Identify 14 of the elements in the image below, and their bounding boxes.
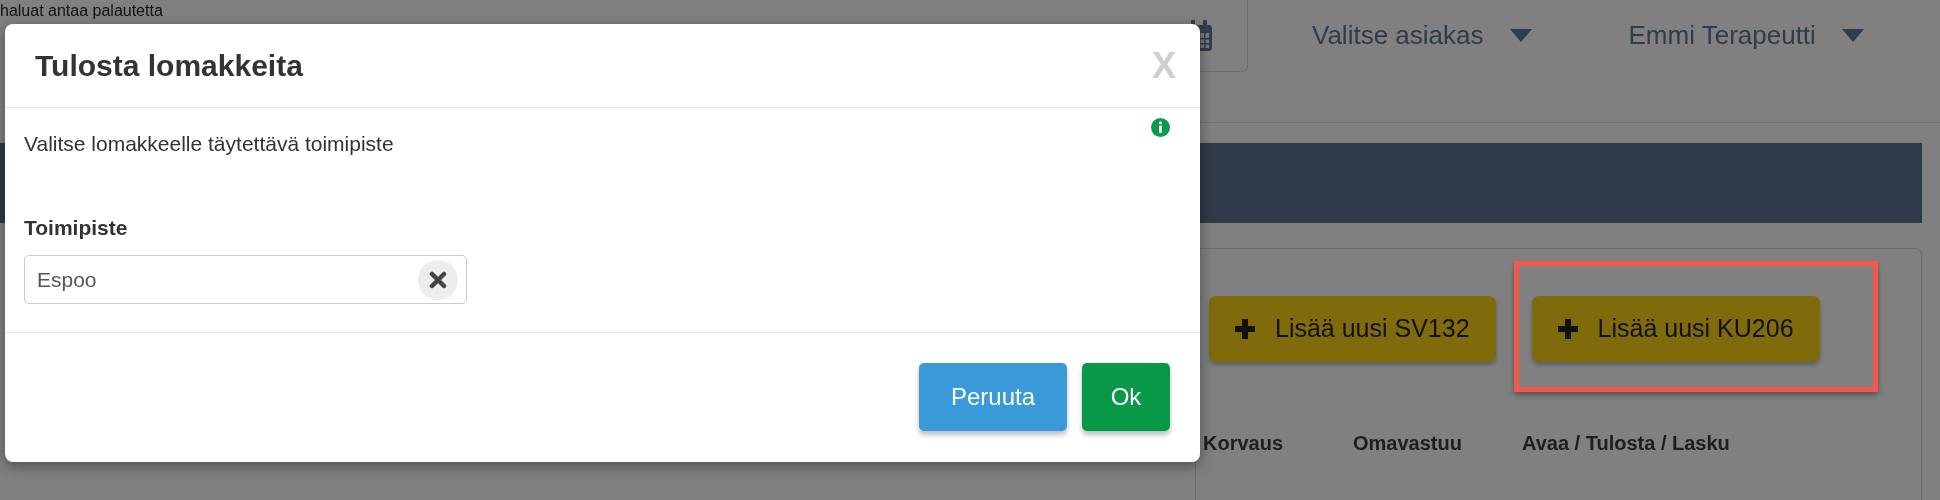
modal-title: Tulosta lomakkeita	[35, 47, 303, 84]
column-header: Omavastuu	[1353, 431, 1462, 456]
select-field[interactable]: Espoo	[24, 255, 467, 304]
add-button[interactable]: Lisää uusi KU206	[1531, 296, 1820, 362]
add-button[interactable]: Lisää uusi SV132	[1209, 296, 1496, 362]
column-header: Avaa / Tulosta / Lasku	[1521, 431, 1730, 456]
cancel-button[interactable]: Peruuta	[919, 363, 1067, 431]
nav-dropdown[interactable]: Valitse asiakas	[1306, 0, 1538, 56]
notice-text: haluat antaa palautetta	[0, 1, 164, 19]
column-header: Korvaus	[1203, 431, 1284, 456]
ok-button[interactable]: Ok	[1082, 363, 1170, 431]
nav-dropdown[interactable]: Emmi Terapeutti	[1622, 0, 1870, 56]
field-label: Toimipiste	[24, 214, 129, 241]
instruction-text: Valitse lomakkeelle täytettävä toimipiste	[24, 131, 394, 157]
